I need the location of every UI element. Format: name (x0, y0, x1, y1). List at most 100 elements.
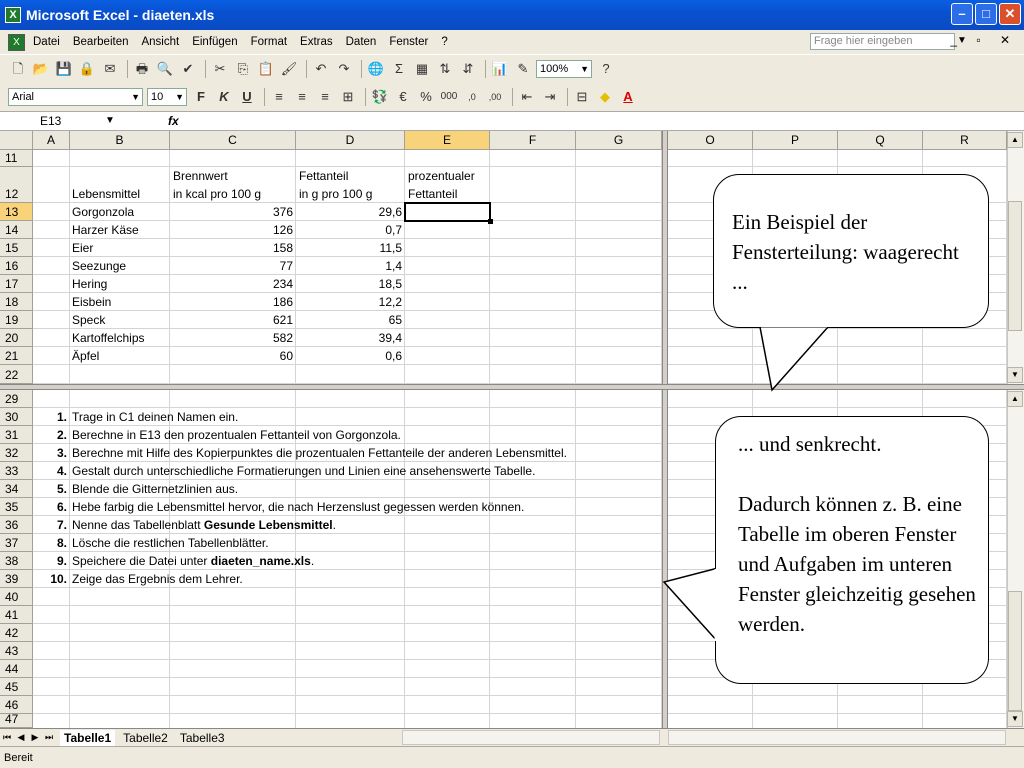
column-header-f[interactable]: F (490, 131, 576, 150)
row-header-44[interactable]: 44 (0, 660, 33, 678)
fill-handle[interactable] (488, 219, 493, 224)
sort-ascending-icon[interactable]: ⇅ (435, 59, 455, 79)
menu-bearbeiten[interactable]: Bearbeiten (73, 36, 129, 48)
percent-icon[interactable]: % (416, 87, 436, 107)
permission-icon[interactable]: 🔒 (77, 59, 97, 79)
menu-ansicht[interactable]: Ansicht (141, 36, 179, 48)
row-header-33[interactable]: 33 (0, 462, 33, 480)
row-header-42[interactable]: 42 (0, 624, 33, 642)
scroll-thumb[interactable] (1008, 591, 1022, 711)
hyperlink-icon[interactable]: 🌐 (366, 59, 386, 79)
selected-cell-e13[interactable] (404, 202, 491, 222)
currency-icon[interactable]: 💱 (370, 87, 390, 107)
spelling-icon[interactable]: ✔ (178, 59, 198, 79)
scroll-down-icon[interactable]: ▼ (1007, 711, 1023, 727)
align-center-icon[interactable]: ≡ (292, 87, 312, 107)
column-header-a[interactable]: A (33, 131, 70, 150)
row-header-38[interactable]: 38 (0, 552, 33, 570)
menu-fenster[interactable]: Fenster (389, 36, 428, 48)
underline-icon[interactable]: U (237, 87, 257, 107)
horizontal-scrollbar-right[interactable] (668, 730, 1006, 745)
align-left-icon[interactable]: ≡ (269, 87, 289, 107)
menu-datei[interactable]: Datei (33, 36, 60, 48)
row-header-18[interactable]: 18 (0, 293, 33, 311)
merge-center-icon[interactable]: ⊞ (338, 87, 358, 107)
name-box[interactable]: E13 ▼ (0, 112, 120, 130)
row-header-45[interactable]: 45 (0, 678, 33, 696)
row-header-47[interactable]: 47 (0, 712, 33, 728)
menu-daten[interactable]: Daten (346, 36, 377, 48)
column-header-b[interactable]: B (70, 131, 170, 150)
close-button[interactable]: ✕ (999, 3, 1021, 25)
scroll-up-icon[interactable]: ▲ (1007, 391, 1023, 407)
column-header-r[interactable]: R (923, 131, 1007, 150)
font-color-icon[interactable]: A (618, 87, 638, 107)
row-header-17[interactable]: 17 (0, 275, 33, 293)
zoom-select[interactable]: 100% ▼ (536, 60, 592, 78)
menu-extras[interactable]: Extras (300, 36, 333, 48)
horizontal-split-bar[interactable] (0, 384, 1024, 390)
row-header-35[interactable]: 35 (0, 498, 33, 516)
scroll-down-icon[interactable]: ▼ (1007, 367, 1023, 383)
select-all-corner[interactable] (0, 131, 33, 150)
prev-sheet-icon[interactable]: ◀ (14, 732, 28, 743)
row-header-29[interactable]: 29 (0, 390, 33, 408)
column-header-e[interactable]: E (405, 131, 490, 150)
print-icon[interactable]: 🖶 (132, 59, 152, 79)
function-icon[interactable]: ▦ (412, 59, 432, 79)
chart-icon[interactable]: 📊 (490, 59, 510, 79)
row-header-30[interactable]: 30 (0, 408, 33, 426)
last-sheet-icon[interactable]: ⏭ (42, 732, 56, 743)
maximize-button[interactable]: □ (975, 3, 997, 25)
column-header-d[interactable]: D (296, 131, 405, 150)
font-select[interactable]: Arial ▼ (8, 88, 143, 106)
help-icon[interactable]: ? (596, 59, 616, 79)
row-header-31[interactable]: 31 (0, 426, 33, 444)
fill-color-icon[interactable]: ◆ (595, 87, 615, 107)
row-header-39[interactable]: 39 (0, 570, 33, 588)
row-header-32[interactable]: 32 (0, 444, 33, 462)
row-header-41[interactable]: 41 (0, 606, 33, 624)
increase-decimal-icon[interactable]: ,0 (462, 87, 482, 107)
row-header-13[interactable]: 13 (0, 203, 33, 221)
sheet-tab-1[interactable]: Tabelle1 (60, 729, 116, 746)
row-header-34[interactable]: 34 (0, 480, 33, 498)
column-header-p[interactable]: P (753, 131, 838, 150)
menu-einfuegen[interactable]: Einfügen (192, 36, 237, 48)
decrease-decimal-icon[interactable]: ,00 (485, 87, 505, 107)
vertical-split-bar[interactable] (662, 131, 668, 728)
document-icon[interactable]: X (8, 33, 25, 51)
sheet-tab-3[interactable]: Tabelle3 (176, 730, 229, 746)
next-sheet-icon[interactable]: ▶ (28, 732, 42, 743)
first-sheet-icon[interactable]: ⏮ (0, 732, 14, 743)
email-icon[interactable]: ✉ (100, 59, 120, 79)
row-header-37[interactable]: 37 (0, 534, 33, 552)
undo-icon[interactable]: ↶ (311, 59, 331, 79)
row-header-16[interactable]: 16 (0, 257, 33, 275)
cut-icon[interactable]: ✂ (210, 59, 230, 79)
document-window-buttons[interactable]: _ ▫ ✕ (950, 33, 1018, 47)
borders-icon[interactable]: ⊟ (572, 87, 592, 107)
paste-icon[interactable]: 📋 (256, 59, 276, 79)
font-size-select[interactable]: 10 ▼ (147, 88, 187, 106)
copy-icon[interactable]: ⎘ (233, 59, 253, 79)
euro-icon[interactable]: € (393, 87, 413, 107)
bold-icon[interactable]: F (191, 87, 211, 107)
horizontal-scrollbar-left[interactable] (402, 730, 660, 745)
open-icon[interactable]: 📂 (31, 59, 51, 79)
row-header-22[interactable]: 22 (0, 365, 33, 384)
menu-help[interactable]: ? (441, 36, 447, 48)
italic-icon[interactable]: K (214, 87, 234, 107)
menu-format[interactable]: Format (251, 36, 287, 48)
thousands-icon[interactable]: 000 (439, 87, 459, 107)
row-header-40[interactable]: 40 (0, 588, 33, 606)
column-header-q[interactable]: Q (838, 131, 923, 150)
new-icon[interactable]: 🗋 (8, 59, 28, 79)
formula-input[interactable] (189, 112, 1024, 130)
function-icon[interactable]: fx (168, 114, 179, 128)
column-header-g[interactable]: G (576, 131, 662, 150)
align-right-icon[interactable]: ≡ (315, 87, 335, 107)
format-painter-icon[interactable]: 🖌 (279, 59, 299, 79)
row-header-21[interactable]: 21 (0, 347, 33, 365)
column-header-c[interactable]: C (170, 131, 296, 150)
